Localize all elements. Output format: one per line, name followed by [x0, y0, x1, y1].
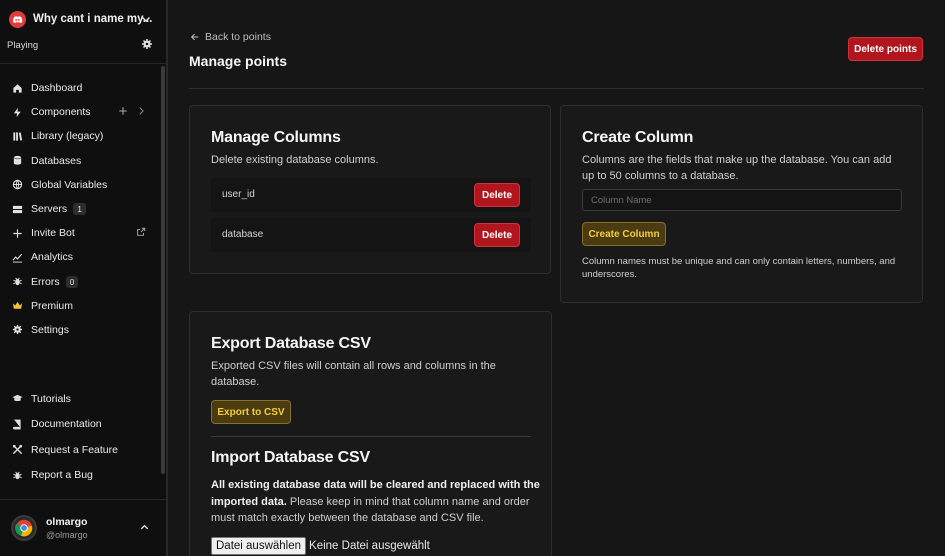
sidebar-secondary-nav: Tutorials Documentation Request a Featur…: [0, 386, 160, 488]
graduation-cap-icon: [11, 393, 23, 405]
delete-points-button[interactable]: Delete points: [848, 37, 923, 61]
server-name: Why cant i name my...: [33, 13, 153, 25]
sidebar-item-label: Servers: [31, 203, 68, 216]
bolt-icon: [11, 106, 23, 118]
back-link[interactable]: Back to points: [190, 31, 271, 43]
tools-icon: [11, 444, 23, 456]
sidebar-item-label: Report a Bug: [31, 469, 93, 482]
sidebar-item-label: Errors: [31, 275, 60, 288]
sidebar-item-invite-bot[interactable]: Invite Bot: [0, 221, 160, 245]
file-status: Keine Datei ausgewählt: [309, 540, 430, 552]
sidebar-item-library[interactable]: Library (legacy): [0, 124, 160, 148]
user-menu[interactable]: olmargo @olmargo: [0, 499, 166, 556]
sidebar-nav: Dashboard Components Library (legacy) Da…: [0, 76, 160, 342]
home-icon: [11, 82, 23, 94]
sidebar-item-label: Analytics: [31, 251, 74, 264]
database-icon: [11, 155, 23, 167]
chart-icon: [11, 251, 23, 263]
user-name: olmargo: [46, 516, 88, 528]
sidebar-item-components[interactable]: Components: [0, 100, 160, 124]
crown-icon: [11, 300, 23, 312]
sidebar-item-label: Invite Bot: [31, 227, 75, 240]
sidebar-item-label: Library (legacy): [31, 130, 104, 143]
export-import-card: Export Database CSV Exported CSV files w…: [189, 311, 552, 556]
gear-icon[interactable]: [141, 38, 153, 50]
chevron-right-icon[interactable]: [136, 106, 146, 116]
sidebar-item-global-variables[interactable]: Global Variables: [0, 173, 160, 197]
library-icon: [11, 130, 23, 142]
arrow-left-icon: [190, 33, 199, 41]
plus-icon: [11, 227, 23, 239]
column-name-hint: Column names must be unique and can only…: [582, 256, 896, 280]
chevron-down-icon[interactable]: [140, 13, 152, 25]
export-title: Export Database CSV: [211, 335, 371, 352]
file-picker: Datei auswählen Keine Datei ausgewählt: [211, 537, 430, 555]
export-csv-button[interactable]: Export to CSV: [211, 400, 291, 424]
sidebar: Why cant i name my... Playing Dashboard …: [0, 0, 167, 556]
column-name: user_id: [222, 189, 255, 200]
book-icon: [11, 418, 23, 430]
sidebar-item-databases[interactable]: Databases: [0, 149, 160, 173]
column-name: database: [222, 229, 264, 240]
sidebar-item-label: Request a Feature: [31, 443, 118, 456]
sidebar-item-tutorials[interactable]: Tutorials: [0, 386, 160, 412]
create-column-button[interactable]: Create Column: [582, 222, 666, 246]
sidebar-item-request-feature[interactable]: Request a Feature: [0, 437, 160, 463]
sidebar-item-documentation[interactable]: Documentation: [0, 412, 160, 438]
sidebar-item-label: Databases: [31, 154, 82, 167]
table-row: user_id Delete: [211, 178, 531, 212]
column-name-input[interactable]: [582, 189, 902, 211]
sidebar-item-analytics[interactable]: Analytics: [0, 245, 160, 269]
delete-column-button[interactable]: Delete: [474, 223, 520, 247]
back-link-label: Back to points: [205, 31, 271, 43]
sidebar-item-settings[interactable]: Settings: [0, 318, 160, 342]
sidebar-item-servers[interactable]: Servers 1: [0, 197, 160, 221]
sidebar-item-label: Tutorials: [31, 392, 71, 405]
bug-icon: [11, 276, 23, 288]
export-description: Exported CSV files will contain all rows…: [211, 360, 496, 388]
sidebar-scrollbar[interactable]: [161, 66, 165, 474]
page-title: Manage points: [189, 53, 288, 69]
sidebar-item-label: Dashboard: [31, 82, 83, 95]
divider: [189, 88, 924, 89]
chrome-logo-icon: [15, 519, 33, 537]
divider: [211, 436, 531, 437]
server-switcher[interactable]: Why cant i name my... Playing: [0, 0, 166, 64]
sidebar-item-label: Documentation: [31, 418, 102, 431]
user-handle: @olmargo: [46, 530, 88, 540]
import-title: Import Database CSV: [211, 449, 370, 466]
sidebar-item-report-bug[interactable]: Report a Bug: [0, 463, 160, 489]
sidebar-item-label: Premium: [31, 299, 74, 312]
globe-icon: [11, 179, 23, 191]
plus-icon[interactable]: [118, 106, 128, 116]
import-description: All existing database data will be clear…: [211, 477, 541, 527]
errors-count-badge: 0: [65, 275, 79, 288]
manage-columns-card: Manage Columns Delete existing database …: [189, 105, 551, 274]
server-icon: [11, 203, 23, 215]
create-column-title: Create Column: [582, 129, 694, 146]
table-row: database Delete: [211, 218, 531, 252]
sidebar-item-premium[interactable]: Premium: [0, 294, 160, 318]
sidebar-item-label: Settings: [31, 323, 69, 336]
chevron-up-icon[interactable]: [139, 522, 150, 533]
sidebar-item-label: Global Variables: [31, 178, 108, 191]
create-column-description: Columns are the fields that make up the …: [582, 154, 892, 182]
delete-column-button[interactable]: Delete: [474, 183, 520, 207]
sidebar-item-dashboard[interactable]: Dashboard: [0, 76, 160, 100]
servers-count-badge: 1: [73, 203, 86, 216]
avatar: [11, 515, 37, 541]
server-status: Playing: [7, 40, 39, 51]
discord-icon: [9, 11, 26, 28]
sidebar-item-label: Components: [31, 106, 91, 119]
bug-icon: [11, 469, 23, 481]
gear-icon: [11, 324, 23, 336]
manage-columns-description: Delete existing database columns.: [211, 154, 379, 166]
create-column-card: Create Column Columns are the fields tha…: [560, 105, 923, 303]
manage-columns-title: Manage Columns: [211, 129, 341, 146]
sidebar-item-errors[interactable]: Errors 0: [0, 270, 160, 294]
main-content: Back to points Manage points Delete poin…: [167, 0, 945, 556]
external-link-icon: [137, 227, 146, 236]
choose-file-button[interactable]: Datei auswählen: [211, 537, 307, 555]
